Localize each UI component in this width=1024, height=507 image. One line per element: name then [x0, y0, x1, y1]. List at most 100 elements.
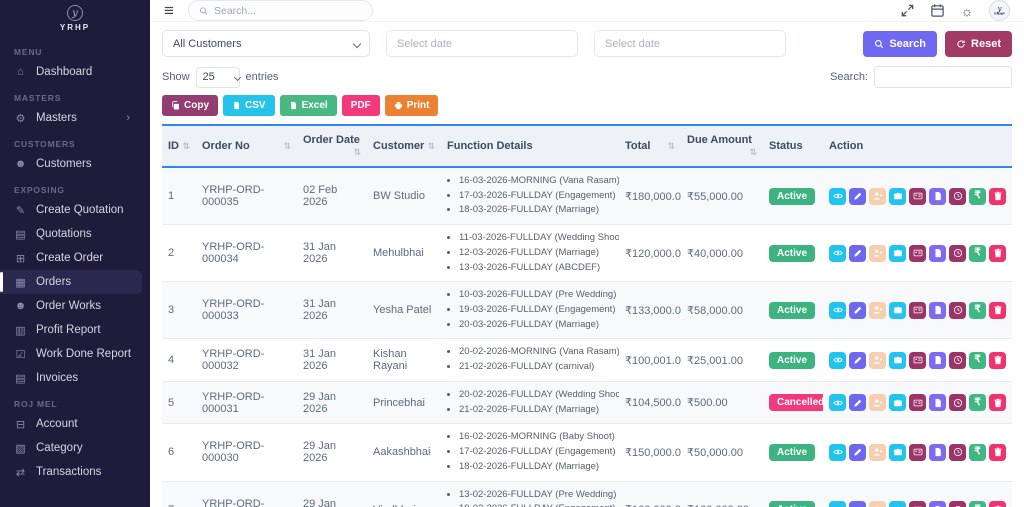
document-button[interactable]	[929, 443, 946, 461]
payment-button[interactable]: ₹	[969, 394, 986, 412]
pdf-export-button[interactable]: PDF	[341, 95, 380, 116]
delete-button[interactable]	[989, 443, 1006, 461]
payment-button[interactable]: ₹	[969, 443, 986, 461]
page-size-select[interactable]: 25	[195, 66, 240, 88]
search-button[interactable]: Search	[863, 30, 938, 57]
view-button[interactable]	[829, 501, 846, 507]
card-button[interactable]	[909, 187, 926, 205]
edit-button[interactable]	[849, 394, 866, 412]
sort-icon[interactable]: ⇅	[353, 147, 361, 158]
works-button[interactable]	[889, 351, 906, 369]
history-button[interactable]	[949, 187, 966, 205]
view-button[interactable]	[829, 301, 846, 319]
edit-button[interactable]	[849, 244, 866, 262]
global-search[interactable]	[187, 0, 373, 21]
card-button[interactable]	[909, 244, 926, 262]
customer-select[interactable]: All Customers	[162, 30, 370, 57]
table-search-input[interactable]	[874, 66, 1012, 88]
works-button[interactable]	[889, 244, 906, 262]
view-button[interactable]	[829, 443, 846, 461]
user-avatar[interactable]: y YRHP	[989, 0, 1010, 21]
global-search-input[interactable]	[214, 4, 362, 17]
assign-user-button[interactable]	[869, 501, 886, 507]
history-button[interactable]	[949, 394, 966, 412]
document-button[interactable]	[929, 244, 946, 262]
edit-button[interactable]	[849, 443, 866, 461]
sidebar-item-order-works[interactable]: ☻ Order Works	[0, 294, 142, 318]
history-button[interactable]	[949, 301, 966, 319]
payment-button[interactable]: ₹	[969, 244, 986, 262]
works-button[interactable]	[889, 501, 906, 507]
sidebar-item-category[interactable]: ▧ Category	[0, 436, 142, 460]
assign-user-button[interactable]	[869, 301, 886, 319]
sidebar-item-dashboard[interactable]: ⌂ Dashboard	[0, 60, 142, 84]
card-button[interactable]	[909, 443, 926, 461]
delete-button[interactable]	[989, 394, 1006, 412]
csv-export-button[interactable]: CSV	[223, 95, 275, 116]
sidebar-item-create-order[interactable]: ⊞ Create Order	[0, 246, 142, 270]
payment-button[interactable]: ₹	[969, 301, 986, 319]
date-to-input[interactable]	[594, 30, 786, 57]
edit-button[interactable]	[849, 501, 866, 507]
view-button[interactable]	[829, 244, 846, 262]
sidebar-item-profit-report[interactable]: ▥ Profit Report	[0, 318, 142, 342]
edit-button[interactable]	[849, 301, 866, 319]
assign-user-button[interactable]	[869, 443, 886, 461]
works-button[interactable]	[889, 394, 906, 412]
view-button[interactable]	[829, 187, 846, 205]
calendar-icon[interactable]	[929, 3, 945, 19]
sort-icon[interactable]: ⇅	[667, 141, 675, 152]
sort-icon[interactable]: ⇅	[283, 141, 291, 152]
sort-icon[interactable]: ⇅	[427, 141, 435, 152]
card-button[interactable]	[909, 394, 926, 412]
delete-button[interactable]	[989, 187, 1006, 205]
view-button[interactable]	[829, 394, 846, 412]
column-header-id[interactable]: ID ⇅	[162, 125, 196, 167]
delete-button[interactable]	[989, 351, 1006, 369]
payment-button[interactable]: ₹	[969, 351, 986, 369]
document-button[interactable]	[929, 187, 946, 205]
edit-button[interactable]	[849, 351, 866, 369]
column-header-order-no[interactable]: Order No ⇅	[196, 125, 297, 167]
delete-button[interactable]	[989, 244, 1006, 262]
works-button[interactable]	[889, 301, 906, 319]
sidebar-item-create-quotation[interactable]: ✎ Create Quotation	[0, 198, 142, 222]
copy-export-button[interactable]: Copy	[162, 95, 218, 116]
history-button[interactable]	[949, 351, 966, 369]
date-from-input[interactable]	[386, 30, 578, 57]
column-header-customer[interactable]: Customer ⇅	[367, 125, 441, 167]
delete-button[interactable]	[989, 301, 1006, 319]
sort-icon[interactable]: ⇅	[182, 141, 190, 152]
view-button[interactable]	[829, 351, 846, 369]
menu-toggle-icon[interactable]: ≡	[164, 2, 174, 19]
sort-icon[interactable]: ⇅	[749, 147, 757, 158]
sidebar-item-quotations[interactable]: ▤ Quotations	[0, 222, 142, 246]
history-button[interactable]	[949, 501, 966, 507]
app-logo[interactable]: y YRHP	[0, 0, 150, 38]
document-button[interactable]	[929, 351, 946, 369]
assign-user-button[interactable]	[869, 351, 886, 369]
theme-sun-icon[interactable]: ☼	[959, 3, 975, 19]
assign-user-button[interactable]	[869, 394, 886, 412]
payment-button[interactable]: ₹	[969, 187, 986, 205]
print-export-button[interactable]: Print	[384, 95, 439, 116]
works-button[interactable]	[889, 187, 906, 205]
card-button[interactable]	[909, 351, 926, 369]
payment-button[interactable]: ₹	[969, 501, 986, 507]
sidebar-item-transactions[interactable]: ⇄ Transactions	[0, 460, 142, 484]
delete-button[interactable]	[989, 501, 1006, 507]
column-header-order-date[interactable]: Order Date ⇅	[297, 125, 367, 167]
works-button[interactable]	[889, 443, 906, 461]
sidebar-item-masters[interactable]: ⚙ Masters ›	[0, 106, 142, 130]
sidebar-item-customers[interactable]: ☻ Customers	[0, 152, 142, 176]
sidebar-item-work-done-report[interactable]: ☑ Work Done Report	[0, 342, 142, 366]
fullscreen-icon[interactable]	[899, 3, 915, 19]
edit-button[interactable]	[849, 187, 866, 205]
sidebar-item-account[interactable]: ⊟ Account	[0, 412, 142, 436]
card-button[interactable]	[909, 501, 926, 507]
document-button[interactable]	[929, 394, 946, 412]
reset-button[interactable]: Reset	[945, 30, 1012, 57]
assign-user-button[interactable]	[869, 244, 886, 262]
sidebar-item-orders[interactable]: ▦ Orders	[0, 270, 142, 294]
excel-export-button[interactable]: Excel	[279, 95, 337, 116]
